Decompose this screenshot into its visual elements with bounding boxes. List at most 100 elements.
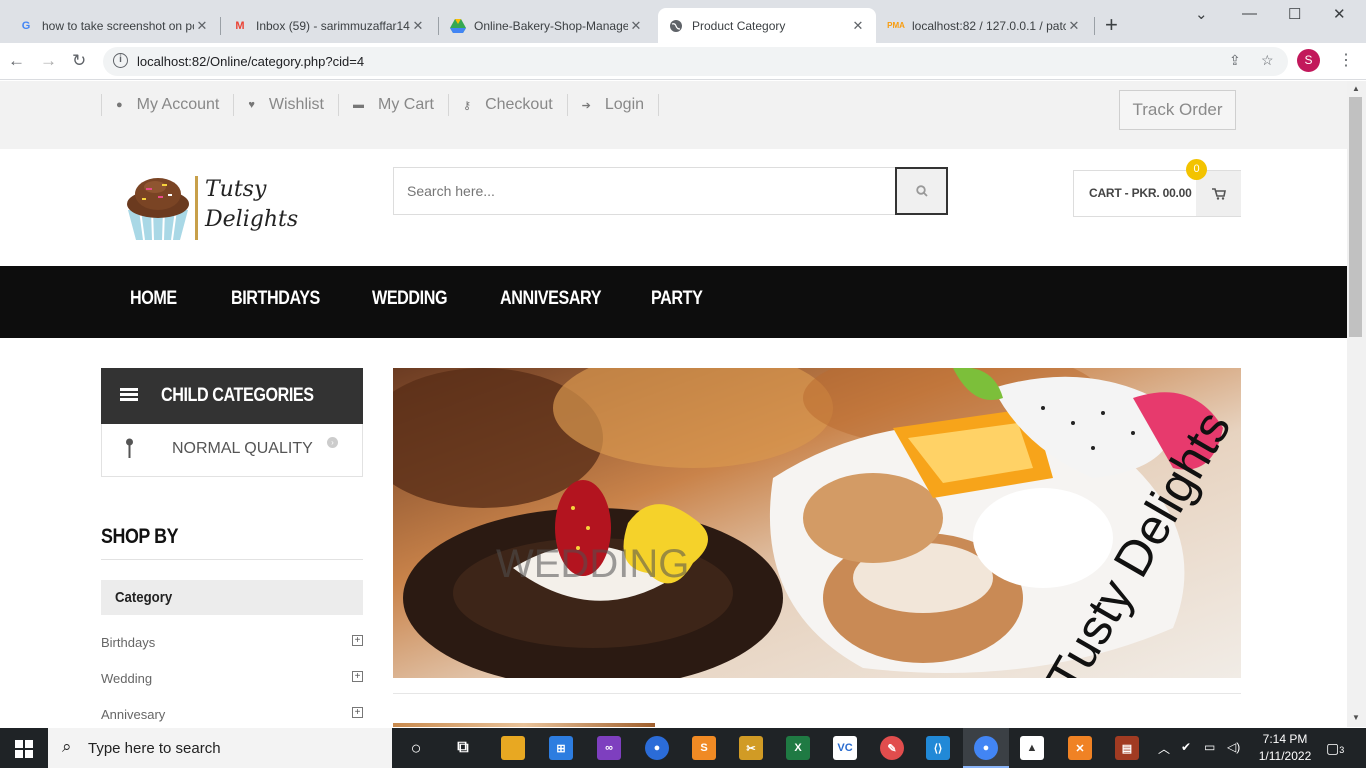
url-text[interactable]: localhost:82/Online/category.php?cid=4 (137, 54, 364, 69)
search-input[interactable] (394, 168, 894, 214)
account-links: ● My Account ♥ Wishlist ▬ My Cart ⚷ Chec… (101, 94, 660, 116)
tab-search-icon[interactable]: ⌄ (1195, 5, 1208, 23)
page-viewport: ● My Account ♥ Wishlist ▬ My Cart ⚷ Chec… (0, 81, 1347, 727)
bookmark-star-icon[interactable]: ☆ (1261, 52, 1274, 69)
visual-code-icon[interactable]: VC (833, 736, 857, 760)
nav-wedding[interactable]: WEDDING (372, 288, 448, 310)
close-window-button[interactable]: ✕ (1333, 5, 1346, 23)
cortana-icon[interactable]: ○ (404, 736, 428, 760)
scroll-up-icon[interactable]: ▲ (1352, 84, 1360, 93)
scrollbar-thumb[interactable] (1349, 97, 1362, 337)
checkout-link[interactable]: ⚷ Checkout (448, 94, 567, 116)
browser-tab[interactable]: PMA localhost:82 / 127.0.0.1 / patc ✕ (878, 8, 1092, 43)
chrome-icon[interactable]: ● (974, 736, 998, 760)
excel-icon[interactable]: X (786, 736, 810, 760)
windows-start-icon[interactable] (15, 740, 33, 758)
close-tab-icon[interactable]: ✕ (850, 18, 866, 34)
winrar-icon[interactable]: ▤ (1115, 736, 1139, 760)
tab-title: Product Category (692, 18, 786, 33)
nav-party[interactable]: PARTY (651, 288, 703, 310)
new-tab-button[interactable]: + (1105, 12, 1118, 38)
defender-icon[interactable]: ✔ (1181, 740, 1191, 754)
share-icon[interactable]: ⇪ (1229, 52, 1241, 69)
task-view-icon[interactable]: ⧉ (451, 736, 475, 760)
my-account-link[interactable]: ● My Account (101, 94, 233, 116)
tab-title: localhost:82 / 127.0.0.1 / patc (912, 18, 1066, 33)
browser-tab-active[interactable]: Product Category ✕ (658, 8, 876, 43)
system-clock[interactable]: 7:14 PM 1/11/2022 (1250, 731, 1320, 765)
tools-icon[interactable]: ✂ (739, 736, 763, 760)
category-filter-item[interactable]: Birthdays + (101, 635, 363, 655)
photos-icon[interactable]: ▲ (1020, 736, 1044, 760)
user-icon: ● (116, 99, 123, 111)
taskbar-search-box[interactable]: ⌕ Type here to search (48, 728, 392, 768)
show-hidden-icons[interactable]: ︿ (1158, 740, 1170, 757)
login-link[interactable]: ➔ Login (566, 94, 660, 116)
file-explorer-icon[interactable] (501, 736, 525, 760)
network-icon[interactable]: ▭ (1204, 740, 1215, 754)
category-filter-item[interactable]: Wedding + (101, 671, 363, 691)
close-tab-icon[interactable]: ✕ (194, 18, 210, 34)
visual-studio-icon[interactable]: ∞ (597, 736, 621, 760)
maximize-button[interactable]: ☐ (1288, 5, 1301, 23)
chevron-right-icon: › (327, 437, 338, 448)
notification-icon[interactable]: ▢3 (1326, 740, 1344, 757)
category-label: Annivesary (101, 707, 166, 722)
site-logo[interactable]: Tutsy Delights (122, 174, 302, 244)
expand-plus-icon[interactable]: + (352, 707, 363, 718)
browser-tab[interactable]: Online-Bakery-Shop-Manage ✕ (440, 8, 654, 43)
link-label: Login (604, 96, 645, 113)
link-label: Checkout (485, 96, 553, 113)
back-icon[interactable]: ← (8, 51, 25, 71)
wishlist-link[interactable]: ♥ Wishlist (233, 94, 338, 116)
main-navigation: HOME BIRTHDAYS WEDDING ANNIVESARY PARTY (0, 266, 1347, 338)
my-cart-link[interactable]: ▬ My Cart (338, 94, 448, 116)
sublime-text-icon[interactable]: S (692, 736, 716, 760)
site-header: Tutsy Delights CART - PKR. 00.00 0 (0, 149, 1347, 266)
browser-menu-icon[interactable]: ⋮ (1338, 50, 1354, 70)
close-tab-icon[interactable]: ✕ (628, 18, 644, 34)
scroll-down-icon[interactable]: ▼ (1352, 713, 1360, 722)
track-order-button[interactable]: Track Order (1119, 90, 1236, 130)
clock-date: 1/11/2022 (1258, 749, 1312, 763)
nav-birthdays[interactable]: BIRTHDAYS (231, 288, 320, 310)
forward-icon[interactable]: → (40, 51, 57, 71)
vscode-icon[interactable]: ⟨⟩ (926, 736, 950, 760)
close-tab-icon[interactable]: ✕ (410, 18, 426, 34)
app-icon[interactable]: ● (645, 736, 669, 760)
notification-count: 3 (1339, 745, 1345, 755)
expand-plus-icon[interactable]: + (352, 671, 363, 682)
gmail-icon: M (235, 19, 245, 32)
category-filter-item[interactable]: Annivesary + (101, 707, 363, 727)
cart-widget[interactable]: CART - PKR. 00.00 0 (1073, 159, 1241, 217)
minimize-button[interactable]: — (1242, 5, 1257, 22)
category-filter-header: Category (101, 580, 363, 615)
link-label: My Cart (378, 96, 434, 113)
site-info-icon[interactable]: i (113, 53, 128, 68)
browser-tab[interactable]: M Inbox (59) - sarimmuzaffar14 ✕ (222, 8, 436, 43)
nav-home[interactable]: HOME (130, 288, 177, 310)
microsoft-store-icon[interactable]: ⊞ (549, 736, 573, 760)
google-icon: G (21, 19, 31, 32)
page-scrollbar[interactable]: ▲ ▼ (1347, 81, 1366, 727)
logo-text: Tutsy Delights (205, 177, 299, 232)
volume-icon[interactable]: ◁) (1227, 740, 1240, 754)
cupcake-icon (127, 178, 189, 241)
link-label: My Account (136, 96, 220, 113)
cart-total: CART - PKR. 00.00 (1089, 186, 1192, 200)
search-button[interactable] (895, 167, 948, 215)
divider (393, 693, 1241, 694)
xampp-icon[interactable]: ✕ (1068, 736, 1092, 760)
expand-plus-icon[interactable]: + (352, 635, 363, 646)
close-tab-icon[interactable]: ✕ (1066, 18, 1082, 34)
url-bar[interactable]: i localhost:82/Online/category.php?cid=4… (103, 47, 1288, 76)
paint-icon[interactable]: ✎ (880, 736, 904, 760)
clock-time: 7:14 PM (1262, 732, 1308, 746)
child-category-item[interactable]: NORMAL QUALITY › (101, 424, 363, 477)
profile-avatar[interactable]: S (1297, 49, 1320, 72)
category-label: Birthdays (101, 635, 156, 650)
browser-tab[interactable]: G how to take screenshot on pc ✕ (8, 8, 220, 43)
product-image[interactable] (393, 723, 655, 727)
reload-icon[interactable]: ↻ (72, 51, 86, 71)
nav-annivesary[interactable]: ANNIVESARY (500, 288, 601, 310)
